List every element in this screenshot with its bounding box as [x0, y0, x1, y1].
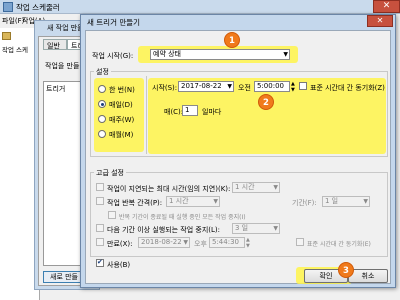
repeat-value: 1 시간	[169, 197, 189, 205]
calendar-dropdown-icon: ▼	[227, 83, 232, 90]
advanced-label: 고급 설정	[94, 168, 126, 178]
start-label: 시작(S):	[152, 84, 178, 92]
start-ampm[interactable]: 오전	[238, 83, 251, 93]
calendar-dropdown-icon: ▼	[183, 239, 188, 246]
start-task-label: 작업 시작(G):	[92, 52, 134, 60]
new-trigger-titlebar: 새 트리거 만들기 ✕	[81, 15, 395, 29]
start-time-value: 5:00:00	[257, 82, 284, 90]
tree-item-task-scheduler[interactable]: 작업 스케	[2, 44, 28, 54]
repeat-checkbox[interactable]	[96, 197, 104, 205]
expire-date-picker[interactable]: 2018-08-22 ▼	[138, 237, 190, 248]
callout-badge-2: 2	[258, 94, 274, 110]
radio-once-label: 한 번(N)	[109, 86, 135, 94]
expire-date-value: 2018-08-22	[141, 238, 182, 246]
new-trigger-title: 새 트리거 만들기	[87, 18, 141, 27]
start-task-value: 예약 상태	[153, 50, 181, 58]
expire-sync-checkbox[interactable]	[296, 238, 304, 246]
expire-ampm[interactable]: 오후	[194, 239, 207, 249]
delay-label: 작업이 지연되는 최대 시간(임의 지연)(K):	[107, 185, 231, 193]
callout-badge-1: 1	[224, 32, 240, 48]
stop-longer-checkbox[interactable]	[96, 224, 104, 232]
radio-monthly-label: 매월(M)	[109, 131, 134, 139]
expire-label: 만료(X):	[107, 240, 133, 248]
task-scheduler-app-icon	[3, 2, 13, 12]
settings-label: 설정	[94, 67, 111, 77]
expire-spinner-icon[interactable]: ▲ ▼	[246, 237, 250, 249]
radio-daily-label: 매일(D)	[109, 101, 133, 109]
callout-badge-3: 3	[338, 262, 354, 278]
expire-time-value: 5:44:30	[212, 238, 239, 246]
recur-input[interactable]: 1	[182, 105, 198, 116]
expire-checkbox[interactable]	[96, 238, 104, 246]
chevron-down-icon: ▼	[363, 198, 368, 205]
recur-value: 1	[185, 106, 190, 114]
repeat-select[interactable]: 1 시간 ▼	[166, 196, 220, 207]
duration-label: 기간(F):	[292, 199, 317, 207]
delay-checkbox[interactable]	[96, 183, 104, 191]
radio-once[interactable]	[98, 85, 106, 93]
stop-longer-select[interactable]: 3 일 ▼	[232, 223, 280, 234]
time-spinner-icon[interactable]: ▲ ▼	[291, 81, 295, 93]
start-task-select[interactable]: 예약 상태 ▼	[150, 49, 290, 60]
new-trigger-button[interactable]: 새로 만들	[43, 271, 85, 283]
stop-running-label: 반복 기간이 종료될 때 실행 중인 모든 작업 중지(I)	[119, 214, 246, 221]
cancel-button[interactable]: 취소	[348, 269, 388, 283]
stop-longer-value: 3 일	[235, 224, 249, 232]
create-task-title: 새 작업 만들	[47, 24, 84, 32]
radio-monthly[interactable]	[98, 130, 106, 138]
expire-time-input[interactable]: 5:44:30	[209, 237, 245, 248]
expire-sync-label: 표준 시간대 간 동기화(E)	[307, 241, 371, 248]
chevron-down-icon: ▼	[273, 225, 278, 232]
start-time-input[interactable]: 5:00:00	[254, 81, 290, 92]
task-scheduler-titlebar: 작업 스케줄러 ✕	[0, 0, 400, 14]
radio-weekly-label: 매주(W)	[109, 116, 135, 124]
chevron-down-icon: ▼	[273, 184, 278, 191]
start-date-value: 2017-08-22	[181, 82, 222, 90]
chevron-down-icon: ▼	[283, 51, 288, 58]
stop-running-checkbox[interactable]	[108, 211, 116, 219]
radio-daily[interactable]	[98, 100, 106, 108]
sync-timezone-label: 표준 시간대 간 동기화(Z)	[310, 84, 385, 92]
chevron-down-icon: ▼	[213, 198, 218, 205]
radio-weekly[interactable]	[98, 115, 106, 123]
enabled-checkbox[interactable]	[96, 258, 104, 267]
folder-icon	[2, 32, 11, 40]
recur-label: 매(C):	[164, 108, 184, 116]
delay-select[interactable]: 1 시간 ▼	[232, 182, 280, 193]
start-date-picker[interactable]: 2017-08-22 ▼	[178, 81, 234, 92]
settings-divider	[146, 76, 147, 154]
task-scheduler-title: 작업 스케줄러	[16, 3, 60, 12]
task-scheduler-close-button[interactable]: ✕	[373, 0, 400, 13]
new-trigger-body: 작업 시작(G): 예약 상태 ▼ 설정 한 번(N) 매일(D) 매주(W) …	[85, 30, 391, 284]
new-trigger-dialog: 새 트리거 만들기 ✕ 작업 시작(G): 예약 상태 ▼ 설정 한 번(N) …	[80, 14, 396, 288]
duration-value: 1 일	[325, 197, 339, 205]
enabled-label: 사용(B)	[107, 261, 131, 269]
tab-general[interactable]: 일반	[43, 39, 67, 50]
trigger-list-header[interactable]: 트리거	[46, 84, 65, 94]
recur-unit: 일마다	[202, 108, 222, 116]
stop-longer-label: 다음 기간 이상 실행되는 작업 중지(L):	[107, 226, 221, 234]
create-task-description: 작업을 만들	[45, 62, 80, 70]
sync-timezone-checkbox[interactable]	[299, 82, 307, 90]
duration-select[interactable]: 1 일 ▼	[322, 196, 370, 207]
new-trigger-close-button[interactable]: ✕	[367, 15, 393, 27]
repeat-label: 작업 반복 간격(P):	[107, 199, 163, 207]
delay-value: 1 시간	[235, 183, 255, 191]
